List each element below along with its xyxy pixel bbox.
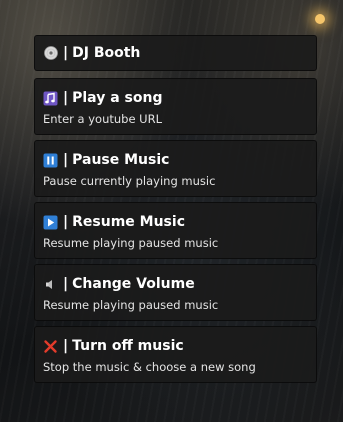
music-notes-icon bbox=[43, 91, 58, 106]
pause-icon bbox=[43, 153, 58, 168]
menu-item-turn-off-music[interactable]: | Turn off music Stop the music & choose… bbox=[34, 326, 317, 383]
red-x-icon bbox=[43, 339, 58, 354]
menu-item-description: Resume playing paused music bbox=[43, 298, 219, 312]
separator: | bbox=[63, 90, 69, 106]
separator: | bbox=[63, 214, 69, 230]
menu-item-change-volume[interactable]: | Change Volume Resume playing paused mu… bbox=[34, 264, 317, 321]
menu-item-resume-music[interactable]: | Resume Music Resume playing paused mus… bbox=[34, 202, 317, 259]
menu-item-title-row: | Resume Music bbox=[43, 214, 308, 230]
menu-item-title-row: | Play a song bbox=[43, 90, 308, 106]
menu-item-title-row: | Turn off music bbox=[43, 338, 308, 354]
menu-item-title: Pause Music bbox=[72, 152, 170, 168]
separator: | bbox=[63, 45, 69, 61]
menu-item-play-song[interactable]: | Play a song Enter a youtube URL bbox=[34, 78, 317, 135]
menu-item-title: Turn off music bbox=[72, 338, 184, 354]
disc-icon bbox=[43, 46, 58, 61]
separator: | bbox=[63, 276, 69, 292]
menu-header-title-row: | DJ Booth bbox=[43, 45, 308, 61]
dj-booth-menu: | DJ Booth | Play a song Enter a youtube… bbox=[34, 35, 317, 388]
play-icon bbox=[43, 215, 58, 230]
background-light bbox=[315, 14, 325, 24]
speaker-icon bbox=[43, 277, 58, 292]
menu-item-title: Change Volume bbox=[72, 276, 195, 292]
menu-title: DJ Booth bbox=[72, 45, 141, 61]
menu-item-title-row: | Pause Music bbox=[43, 152, 308, 168]
menu-item-description: Pause currently playing music bbox=[43, 174, 216, 188]
menu-item-title-row: | Change Volume bbox=[43, 276, 308, 292]
separator: | bbox=[63, 152, 69, 168]
menu-item-title: Play a song bbox=[72, 90, 163, 106]
menu-item-description: Enter a youtube URL bbox=[43, 112, 162, 126]
menu-item-description: Stop the music & choose a new song bbox=[43, 360, 256, 374]
menu-header: | DJ Booth bbox=[34, 35, 317, 71]
menu-item-title: Resume Music bbox=[72, 214, 185, 230]
separator: | bbox=[63, 338, 69, 354]
menu-item-description: Resume playing paused music bbox=[43, 236, 219, 250]
menu-item-pause-music[interactable]: | Pause Music Pause currently playing mu… bbox=[34, 140, 317, 197]
